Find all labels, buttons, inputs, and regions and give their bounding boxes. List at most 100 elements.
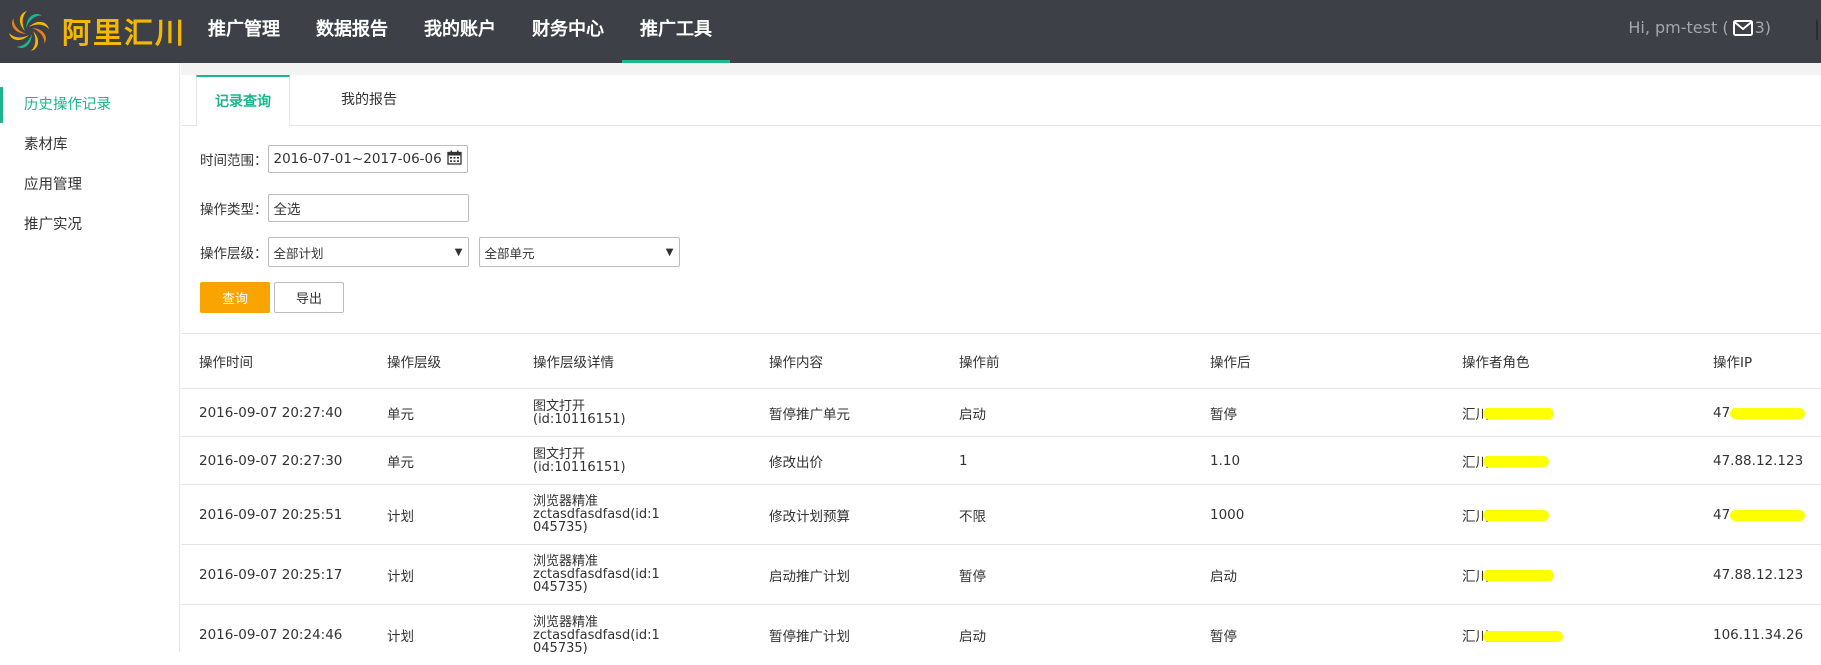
redaction-mark [1730, 408, 1805, 419]
cell-after: 1000 [1210, 506, 1245, 523]
detail-line: 045735) [533, 520, 588, 535]
cell-content: 修改计划预算 [769, 508, 850, 525]
tab-bar: 记录查询 我的报告 [181, 75, 1821, 127]
main-content: 记录查询 我的报告 时间范围： 2016-07-01~2017-06-06 操作… [181, 63, 1821, 655]
col-header-ip[interactable]: 操作IP [1713, 334, 1752, 388]
cell-level: 计划 [387, 568, 414, 585]
date-range-value: 2016-07-01~2017-06-06 [273, 151, 442, 167]
cell-detail: 浏览器精准 zctasdfasdfasd(id:1 045735) [533, 605, 673, 665]
cell-before: 启动 [959, 629, 986, 645]
cell-level: 计划 [387, 629, 414, 645]
col-header-time[interactable]: 操作时间 [199, 334, 253, 388]
cell-after: 暂停 [1210, 629, 1237, 645]
brand-name: 阿里汇川 [62, 16, 187, 50]
col-header-detail[interactable]: 操作层级详情 [533, 334, 673, 388]
col-header-role[interactable]: 操作者角色 [1462, 334, 1530, 388]
cell-before: 暂停 [959, 568, 986, 585]
envelope-icon[interactable] [1732, 19, 1753, 36]
unit-select-value: 全部单元 [484, 245, 535, 261]
cell-time: 2016-09-07 20:24:46 [199, 627, 343, 643]
time-range-row: 时间范围： 2016-07-01~2017-06-06 [200, 145, 468, 173]
table-row[interactable]: 2016-09-07 20:27:40 单元 图文打开 (id:10116151)… [181, 389, 1821, 437]
window-edge [1816, 20, 1818, 40]
redaction-mark [1483, 631, 1563, 642]
cell-detail: 浏览器精准 zctasdfasdfasd(id:1 045735) [533, 545, 673, 604]
cell-level: 单元 [387, 406, 414, 423]
calendar-icon[interactable] [446, 150, 462, 169]
cell-content: 启动推广计划 [769, 568, 850, 585]
nav-item-reports[interactable]: 数据报告 [298, 0, 406, 63]
history-table: 操作时间 操作层级 操作层级详情 操作内容 操作前 操作后 操作者角色 操作IP… [181, 334, 1821, 665]
sidebar-item-materials[interactable]: 素材库 [0, 125, 179, 165]
detail-line: 浏览器精准 [533, 614, 599, 630]
nav-item-account[interactable]: 我的账户 [406, 0, 514, 63]
triangle-down-icon: ▼ [454, 246, 463, 258]
op-type-input[interactable]: 全选 [267, 194, 469, 222]
cell-time: 2016-09-07 20:27:40 [199, 404, 343, 421]
table-row[interactable]: 2016-09-07 20:25:17 计划 浏览器精准 zctasdfasdfa… [181, 545, 1821, 605]
cell-after: 启动 [1210, 568, 1237, 585]
col-header-content[interactable]: 操作内容 [769, 334, 823, 388]
top-navbar: 阿里汇川 推广管理 数据报告 我的账户 财务中心 推广工具 Hi, pm-tes… [0, 0, 1821, 63]
cell-before: 不限 [959, 508, 986, 525]
nav-item-tools[interactable]: 推广工具 [622, 0, 730, 63]
user-menu[interactable]: Hi, pm-test ( 3) [1628, 18, 1771, 37]
cell-after: 1.10 [1210, 452, 1241, 469]
sidebar-item-live[interactable]: 推广实况 [0, 205, 179, 245]
plan-select-value: 全部计划 [273, 245, 324, 261]
op-type-label: 操作类型： [200, 202, 268, 218]
cell-content: 修改出价 [769, 454, 823, 471]
redaction-mark [1483, 408, 1554, 419]
export-button[interactable]: 导出 [274, 282, 344, 313]
table-row[interactable]: 2016-09-07 20:25:51 计划 浏览器精准 zctasdfasdfa… [181, 485, 1821, 545]
sidebar-item-history[interactable]: 历史操作记录 [0, 85, 179, 125]
cell-detail: 图文打开 (id:10116151) [533, 389, 673, 436]
sun-swirl-icon [6, 8, 52, 54]
cell-ip: 47.88.12.123 [1713, 452, 1804, 469]
detail-line: (id:10116151) [533, 411, 626, 427]
tab-my-reports[interactable]: 我的报告 [341, 75, 397, 126]
message-count: 3) [1754, 18, 1771, 37]
sidebar-item-apps[interactable]: 应用管理 [0, 165, 179, 205]
detail-line: zctasdfasdfasd(id:1 [533, 627, 660, 643]
content-top-strip [181, 63, 1821, 75]
cell-ip: 106.11.34.26 [1713, 627, 1804, 643]
detail-line: (id:10116151) [533, 459, 626, 475]
action-buttons: 查询 导出 [200, 282, 344, 313]
detail-line: 045735) [533, 640, 588, 656]
query-button[interactable]: 查询 [200, 282, 270, 313]
plan-select[interactable]: 全部计划 ▼ [267, 237, 469, 267]
op-level-row: 操作层级： 全部计划 ▼ 全部单元 ▼ [200, 237, 680, 267]
brand-logo[interactable]: 阿里汇川 [6, 8, 186, 54]
cell-detail: 浏览器精准 zctasdfasdfasd(id:1 045735) [533, 485, 673, 544]
table-row[interactable]: 2016-09-07 20:24:46 计划 浏览器精准 zctasdfasdfa… [181, 605, 1821, 665]
table-row[interactable]: 2016-09-07 20:27:30 单元 图文打开 (id:10116151)… [181, 437, 1821, 485]
user-greeting: Hi, pm-test ( [1628, 18, 1729, 37]
redaction-mark [1483, 570, 1554, 581]
cell-time: 2016-09-07 20:25:17 [199, 566, 343, 583]
cell-level: 计划 [387, 508, 414, 525]
unit-select[interactable]: 全部单元 ▼ [478, 237, 680, 267]
col-header-level[interactable]: 操作层级 [387, 334, 441, 388]
redaction-mark [1730, 510, 1805, 521]
detail-line: 图文打开 [533, 398, 586, 414]
op-type-value: 全选 [273, 202, 301, 218]
cell-before: 启动 [959, 406, 986, 423]
op-type-row: 操作类型： 全选 [200, 194, 469, 222]
time-range-label: 时间范围： [200, 153, 268, 169]
nav-item-promotion[interactable]: 推广管理 [190, 0, 298, 63]
date-range-picker[interactable]: 2016-07-01~2017-06-06 [267, 145, 468, 173]
cell-detail: 图文打开 (id:10116151) [533, 437, 673, 484]
cell-before: 1 [959, 452, 968, 469]
cell-content: 暂停推广计划 [769, 629, 850, 645]
table-header: 操作时间 操作层级 操作层级详情 操作内容 操作前 操作后 操作者角色 操作IP [181, 334, 1821, 389]
detail-line: 045735) [533, 580, 588, 595]
col-header-after[interactable]: 操作后 [1210, 334, 1251, 388]
col-header-before[interactable]: 操作前 [959, 334, 1000, 388]
tab-record-query[interactable]: 记录查询 [196, 75, 290, 127]
triangle-down-icon: ▼ [665, 246, 674, 258]
nav-item-finance[interactable]: 财务中心 [514, 0, 622, 63]
redaction-mark [1483, 456, 1549, 467]
cell-time: 2016-09-07 20:25:51 [199, 506, 343, 523]
sidebar: 历史操作记录 素材库 应用管理 推广实况 [0, 63, 180, 652]
